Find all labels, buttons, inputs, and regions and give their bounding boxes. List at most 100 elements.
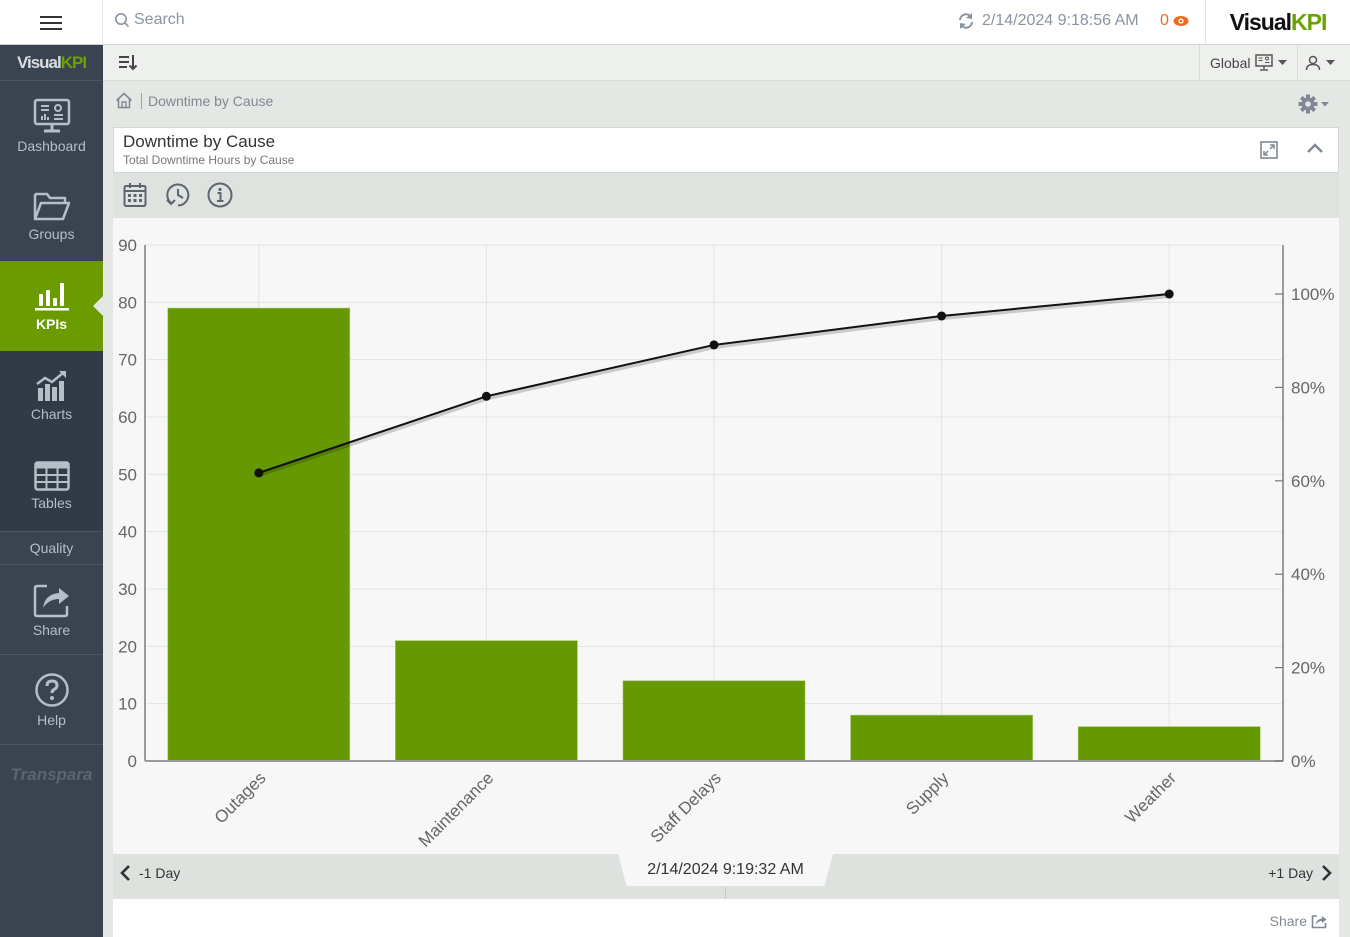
menu-toggle-button[interactable] — [0, 0, 103, 45]
y-axis-tick-label: 70 — [118, 351, 137, 370]
y-axis-tick-label: 50 — [118, 465, 137, 484]
chevron-right-icon — [1322, 865, 1332, 881]
collapse-button[interactable] — [1306, 141, 1324, 159]
time-navigation-bar: -1 Day 2/14/2024 9:19:32 AM +1 Day — [113, 854, 1339, 899]
brand-logo: Visual KPI — [1205, 0, 1350, 45]
sidebar-item-label: Charts — [30, 406, 73, 422]
calendar-button[interactable] — [123, 182, 147, 213]
panel-toolbar — [113, 173, 1339, 218]
search-placeholder: Search — [134, 11, 185, 28]
refresh-icon — [959, 13, 973, 29]
y2-axis-tick-label: 20% — [1291, 659, 1325, 678]
previous-day-button[interactable]: -1 Day — [119, 864, 180, 882]
y-axis-tick-label: 0 — [128, 752, 137, 771]
cumulative-point — [937, 311, 947, 321]
table-icon — [33, 461, 70, 491]
chevron-down-icon — [1321, 101, 1329, 106]
brand-suffix: KPI — [1291, 9, 1327, 35]
sidebar-item-tables[interactable]: Tables — [0, 441, 103, 531]
chevron-left-icon — [120, 865, 130, 881]
sidebar-item-label: KPIs — [35, 316, 68, 332]
cumulative-point — [254, 468, 264, 478]
y2-axis-tick-label: 60% — [1291, 472, 1325, 491]
sidebar-item-charts[interactable]: Charts — [0, 351, 103, 441]
sidebar-item-kpis[interactable]: KPIs — [0, 261, 103, 351]
share-icon — [33, 584, 69, 617]
sidebar-item-label: Quality — [29, 540, 74, 556]
chart-trend-icon — [35, 371, 66, 401]
sort-icon — [119, 55, 138, 71]
sidebar-logo-suffix: KPI — [60, 52, 87, 72]
history-icon — [166, 183, 190, 207]
breadcrumb-current: Downtime by Cause — [148, 92, 274, 109]
global-context-dropdown[interactable]: Global — [1199, 45, 1299, 80]
sidebar-item-help[interactable]: Help — [0, 655, 103, 745]
sidebar-item-quality[interactable]: Quality — [0, 531, 103, 565]
dashboard-icon — [33, 98, 70, 133]
sidebar-item-label: Help — [37, 711, 66, 728]
previous-day-label: -1 Day — [139, 865, 181, 881]
panel-header: Downtime by Cause Total Downtime Hours b… — [113, 127, 1339, 173]
folder-icon — [33, 192, 70, 221]
pareto-chart: 0 10 20 30 40 50 60 70 80 90 0% 20% 40% 60% 80% 100% Out… — [118, 236, 1334, 851]
cumulative-point — [481, 391, 491, 401]
search-input[interactable]: Search — [114, 11, 185, 29]
bar-maintenance — [395, 640, 578, 762]
share-button[interactable]: Share — [1270, 913, 1327, 929]
sidebar-item-label: Groups — [28, 226, 75, 242]
x-axis-category-label: Weather — [1121, 768, 1180, 827]
chevron-down-icon — [1278, 59, 1288, 65]
bar-weather — [1077, 726, 1261, 762]
refresh-button[interactable]: 2/14/2024 9:18:56 AM — [957, 12, 1139, 30]
sidebar-item-share[interactable]: Share — [0, 565, 103, 655]
user-menu-button[interactable] — [1295, 45, 1345, 80]
sidebar-item-groups[interactable]: Groups — [0, 171, 103, 261]
y-axis-tick-label: 10 — [118, 695, 137, 714]
cumulative-point — [1164, 289, 1174, 299]
time-tick-divider — [725, 887, 726, 899]
panel-subtitle: Total Downtime Hours by Cause — [123, 153, 295, 167]
expand-button[interactable] — [1260, 141, 1278, 164]
y2-axis-tick-label: 0% — [1291, 752, 1316, 771]
brand-prefix: Visual — [1229, 9, 1292, 35]
cumulative-point — [709, 340, 719, 350]
transpara-logo: Transpara — [0, 745, 103, 805]
cumulative-line-shadow — [259, 294, 1171, 477]
sidebar-item-label: Tables — [31, 495, 72, 511]
share-icon — [1311, 914, 1327, 928]
current-time-text: 2/14/2024 9:19:32 AM — [647, 861, 804, 878]
sub-toolbar: Global — [103, 45, 1350, 81]
share-label: Share — [1269, 913, 1307, 929]
gear-icon — [1298, 94, 1318, 114]
help-icon — [34, 672, 69, 707]
monitor-icon — [1255, 54, 1274, 71]
bar-staff-delays — [622, 680, 806, 762]
history-button[interactable] — [165, 182, 191, 213]
next-day-label: +1 Day — [1268, 865, 1313, 881]
expand-icon — [1260, 141, 1278, 159]
watch-alerts[interactable]: 0 — [1160, 12, 1189, 30]
sidebar-item-label: Share — [32, 621, 71, 638]
kpi-bars-icon — [34, 283, 69, 311]
global-label: Global — [1210, 54, 1251, 71]
bar-outages — [167, 307, 351, 762]
home-icon[interactable] — [115, 92, 133, 109]
settings-dropdown[interactable] — [1298, 94, 1329, 114]
x-axis-category-label: Staff Delays — [647, 768, 725, 846]
bar-supply — [850, 714, 1033, 762]
calendar-icon — [123, 183, 147, 207]
info-button[interactable] — [207, 182, 233, 213]
panel-footer: Share — [113, 899, 1339, 937]
panel-title: Downtime by Cause — [123, 132, 276, 151]
eye-icon — [1173, 16, 1189, 26]
current-time-display[interactable]: 2/14/2024 9:19:32 AM — [618, 854, 833, 886]
chevron-up-icon — [1307, 143, 1323, 153]
sidebar-item-dashboard[interactable]: Dashboard — [0, 81, 103, 171]
next-day-button[interactable]: +1 Day — [1268, 864, 1333, 882]
alert-count: 0 — [1160, 12, 1169, 29]
y-axis-tick-label: 90 — [118, 236, 137, 255]
chart-area: 0 10 20 30 40 50 60 70 80 90 0% 20% 40% 60% 80% 100% Out… — [113, 218, 1339, 854]
user-icon — [1305, 55, 1321, 70]
sort-button[interactable] — [118, 53, 138, 76]
last-refresh-time: 2/14/2024 9:18:56 AM — [982, 12, 1139, 29]
